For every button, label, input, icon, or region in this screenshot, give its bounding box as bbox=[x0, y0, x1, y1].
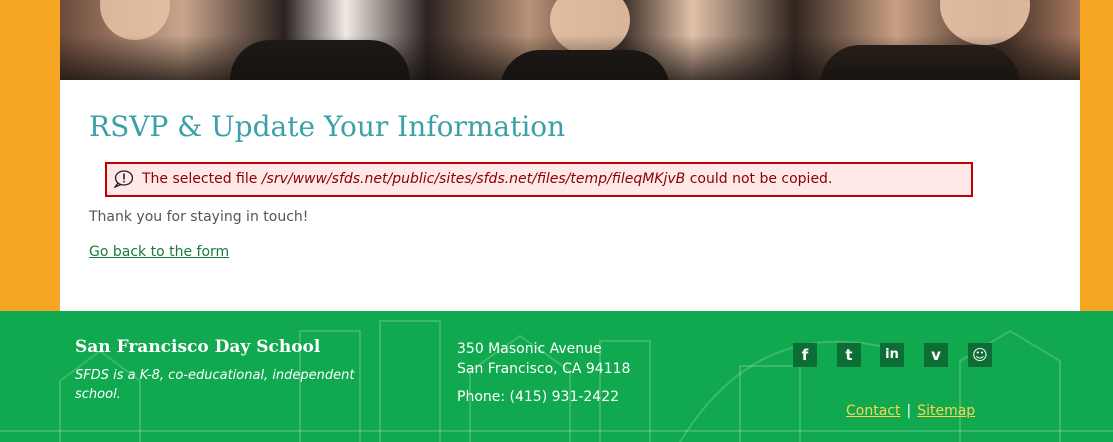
error-path: /srv/www/sfds.net/public/sites/sfds.net/… bbox=[261, 171, 686, 187]
site-footer: San Francisco Day School SFDS is a K-8, … bbox=[0, 311, 1113, 442]
address-line-2: San Francisco, CA 94118 bbox=[457, 361, 631, 377]
vimeo-icon[interactable]: v bbox=[924, 343, 948, 367]
sitemap-link[interactable]: Sitemap bbox=[917, 403, 975, 419]
footer-links: Contact | Sitemap bbox=[846, 403, 975, 419]
error-suffix: could not be copied. bbox=[689, 171, 833, 187]
hero-image bbox=[60, 0, 1080, 80]
page-title: RSVP & Update Your Information bbox=[89, 110, 566, 143]
linkedin-icon[interactable]: in bbox=[880, 343, 904, 367]
error-text: The selected file /srv/www/sfds.net/publ… bbox=[142, 171, 832, 187]
facebook-icon[interactable]: f bbox=[793, 343, 817, 367]
back-to-form-link[interactable]: Go back to the form bbox=[89, 244, 229, 260]
phone-number: Phone: (415) 931-2422 bbox=[457, 389, 620, 405]
address-line-1: 350 Masonic Avenue bbox=[457, 341, 602, 357]
school-description: SFDS is a K-8, co-educational, independe… bbox=[75, 368, 355, 402]
address: 350 Masonic Avenue San Francisco, CA 941… bbox=[457, 339, 630, 379]
twitter-icon[interactable]: t bbox=[837, 343, 861, 367]
error-prefix: The selected file bbox=[142, 171, 258, 187]
thanks-message: Thank you for staying in touch! bbox=[89, 209, 309, 225]
error-message: The selected file /srv/www/sfds.net/publ… bbox=[105, 162, 973, 197]
link-separator: | bbox=[906, 403, 912, 419]
smugmug-icon[interactable]: ☺ bbox=[968, 343, 992, 367]
contact-link[interactable]: Contact bbox=[846, 403, 900, 419]
exclamation-bubble-icon bbox=[113, 170, 133, 188]
content-area: RSVP & Update Your Information The selec… bbox=[60, 0, 1080, 311]
school-name: San Francisco Day School bbox=[75, 337, 321, 357]
